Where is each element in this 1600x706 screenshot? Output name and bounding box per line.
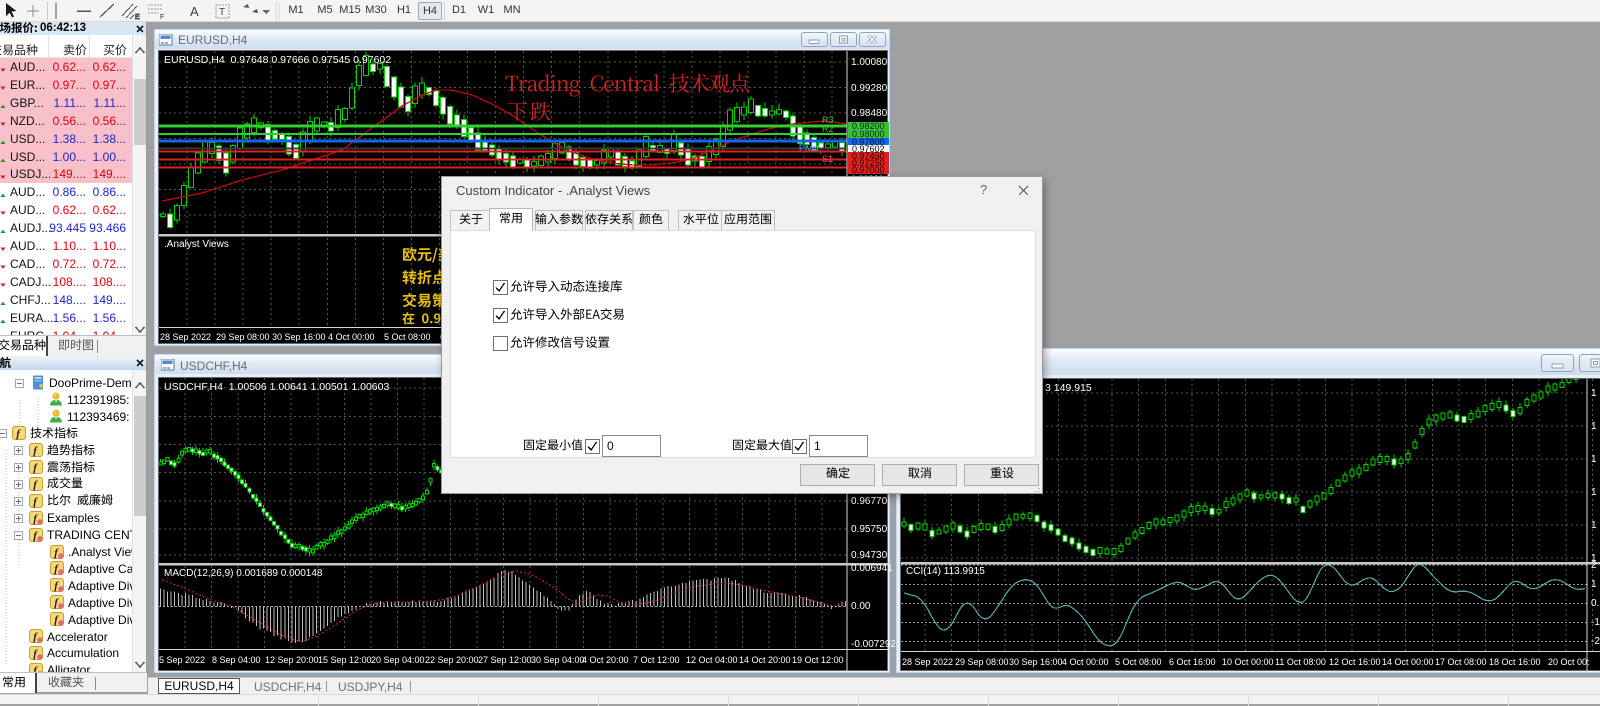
svg-text:T: T [219,7,225,18]
svg-text:E: E [135,14,140,21]
svg-text:A: A [190,4,199,19]
svg-text:F: F [160,14,164,21]
